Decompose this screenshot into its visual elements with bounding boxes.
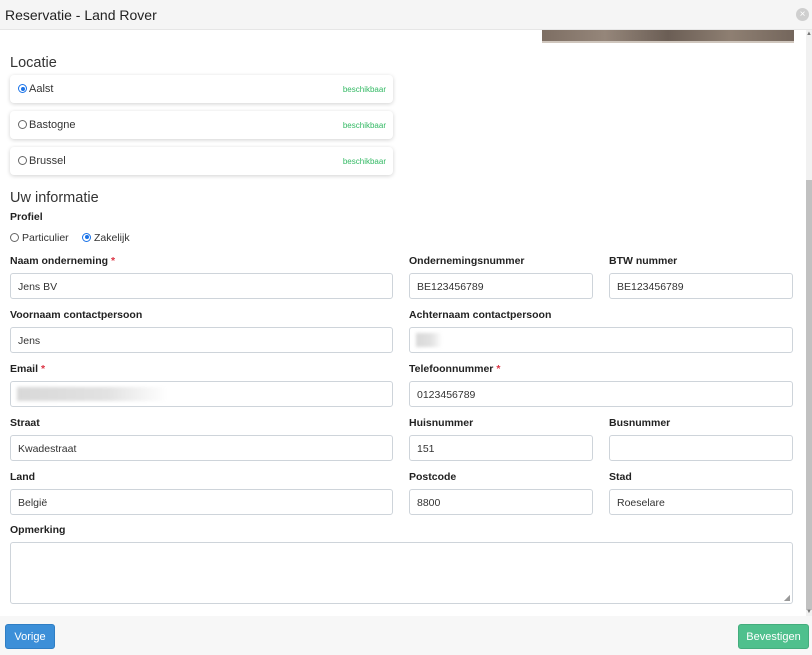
- radio-zakelijk[interactable]: [82, 232, 91, 242]
- radio-brussel[interactable]: [18, 156, 27, 165]
- location-option-aalst[interactable]: Aalst beschikbaar: [10, 75, 393, 103]
- city-input[interactable]: Roeselare: [609, 489, 793, 515]
- window-titlebar: Reservatie - Land Rover ×: [0, 0, 812, 30]
- info-heading: Uw informatie: [10, 190, 99, 206]
- previous-button[interactable]: Vorige: [5, 624, 55, 649]
- radio-particulier[interactable]: [10, 232, 19, 242]
- phone-input[interactable]: 0123456789: [409, 381, 793, 407]
- house-number-label: Huisnummer: [409, 417, 474, 429]
- vat-number-label: BTW nummer: [609, 255, 678, 267]
- postcode-input[interactable]: 8800: [409, 489, 593, 515]
- location-option-bastogne[interactable]: Bastogne beschikbaar: [10, 111, 393, 139]
- radio-bastogne[interactable]: [18, 120, 27, 129]
- email-label: Email *: [10, 363, 46, 375]
- profile-option-particulier[interactable]: Particulier: [10, 232, 69, 244]
- close-icon[interactable]: ×: [796, 8, 809, 21]
- location-name: Bastogne: [29, 119, 76, 131]
- profile-option-label: Particulier: [22, 232, 69, 244]
- redacted-value: [416, 333, 442, 347]
- location-heading: Locatie: [10, 55, 57, 71]
- location-name: Brussel: [29, 155, 66, 167]
- profile-label: Profiel: [10, 211, 43, 223]
- remark-textarea[interactable]: ◢: [10, 542, 793, 604]
- country-input[interactable]: België: [10, 489, 393, 515]
- location-option-brussel[interactable]: Brussel beschikbaar: [10, 147, 393, 175]
- bus-number-label: Busnummer: [609, 417, 671, 429]
- profile-option-label: Zakelijk: [94, 232, 130, 244]
- street-label: Straat: [10, 417, 40, 429]
- scroll-down-icon[interactable]: ▼: [806, 608, 812, 616]
- first-name-label: Voornaam contactpersoon: [10, 309, 143, 321]
- street-input[interactable]: Kwadestraat: [10, 435, 393, 461]
- last-name-label: Achternaam contactpersoon: [409, 309, 552, 321]
- profile-option-zakelijk[interactable]: Zakelijk: [82, 232, 130, 244]
- house-number-input[interactable]: 151: [409, 435, 593, 461]
- car-image: [542, 30, 794, 43]
- last-name-input[interactable]: [409, 327, 793, 353]
- postcode-label: Postcode: [409, 471, 457, 483]
- bus-number-input[interactable]: [609, 435, 793, 461]
- email-input[interactable]: [10, 381, 393, 407]
- scrollbar[interactable]: ▲ ▼: [806, 30, 812, 616]
- redacted-value: [17, 387, 167, 401]
- modal-footer: Vorige Bevestigen: [0, 616, 812, 655]
- confirm-button[interactable]: Bevestigen: [738, 624, 809, 649]
- first-name-input[interactable]: Jens: [10, 327, 393, 353]
- remark-label: Opmerking: [10, 524, 66, 536]
- resize-grip-icon[interactable]: ◢: [784, 593, 790, 602]
- phone-label: Telefoonnummer *: [409, 363, 501, 375]
- modal-body: Locatie Aalst beschikbaar Bastogne besch…: [0, 30, 806, 616]
- availability-badge: beschikbaar: [342, 85, 386, 94]
- company-number-label: Ondernemingsnummer: [409, 255, 525, 267]
- city-label: Stad: [609, 471, 632, 483]
- company-name-input[interactable]: Jens BV: [10, 273, 393, 299]
- company-name-label: Naam onderneming *: [10, 255, 116, 267]
- country-label: Land: [10, 471, 36, 483]
- radio-aalst[interactable]: [18, 84, 27, 93]
- scroll-up-icon[interactable]: ▲: [806, 30, 812, 38]
- location-name: Aalst: [29, 83, 54, 95]
- availability-badge: beschikbaar: [342, 121, 386, 130]
- availability-badge: beschikbaar: [342, 157, 386, 166]
- scrollbar-thumb[interactable]: [806, 180, 812, 610]
- company-number-input[interactable]: BE123456789: [409, 273, 593, 299]
- window-title: Reservatie - Land Rover: [5, 7, 157, 23]
- vat-number-input[interactable]: BE123456789: [609, 273, 793, 299]
